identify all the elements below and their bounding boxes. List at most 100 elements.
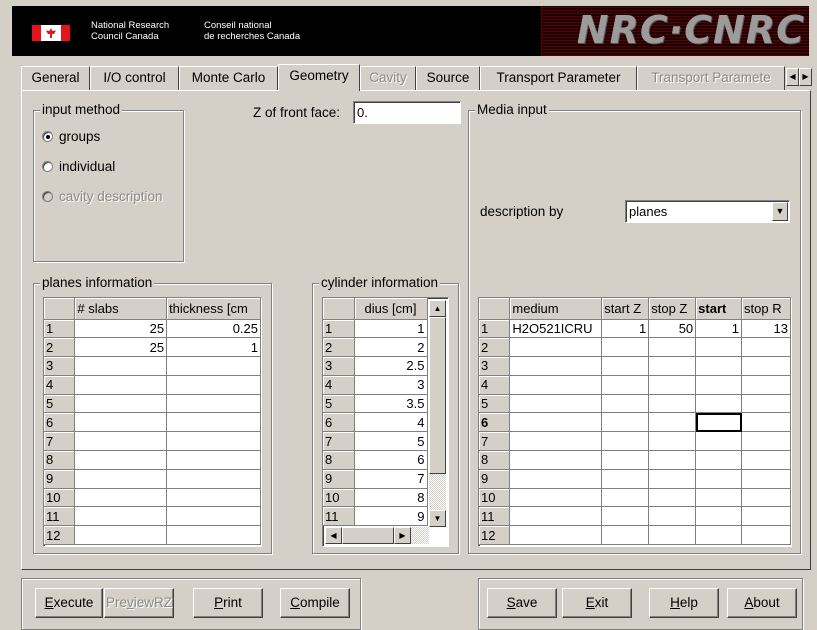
table-cell[interactable]: 13 — [741, 319, 791, 339]
cylinder-horizontal-scrollbar[interactable]: ◀ ▶ — [325, 527, 429, 544]
table-cell[interactable] — [741, 525, 791, 546]
table-row[interactable]: 1 H2O521ICRU 1 50 1 13 — [479, 319, 791, 339]
scroll-down-icon[interactable]: ▼ — [429, 510, 446, 527]
table-row[interactable]: 4 — [479, 375, 791, 395]
about-button[interactable]: About — [727, 588, 797, 618]
exit-button[interactable]: Exit — [562, 588, 632, 618]
table-cell[interactable] — [74, 412, 168, 433]
table-cell[interactable] — [74, 469, 168, 489]
row-header[interactable]: 9 — [44, 469, 76, 489]
row-header[interactable]: 11 — [479, 506, 511, 527]
row-header[interactable]: 1 — [323, 319, 355, 339]
table-cell[interactable] — [509, 506, 603, 527]
row-header[interactable]: 11 — [323, 506, 355, 527]
table-cell[interactable] — [74, 506, 168, 527]
help-button[interactable]: Help — [649, 588, 719, 618]
table-row[interactable]: 3 2.5 — [323, 356, 428, 376]
table-cell[interactable] — [166, 506, 261, 527]
table-row[interactable]: 10 — [479, 488, 791, 508]
row-header[interactable]: 12 — [44, 525, 76, 546]
table-cell[interactable] — [648, 525, 697, 546]
table-cell[interactable] — [648, 356, 697, 376]
table-cell[interactable] — [741, 488, 791, 508]
table-cell[interactable]: 7 — [354, 469, 428, 489]
table-row[interactable]: 10 8 — [323, 488, 428, 508]
table-row[interactable]: 8 — [44, 450, 261, 470]
table-row[interactable]: 3 — [479, 356, 791, 376]
table-cell[interactable]: 2.5 — [354, 356, 428, 376]
table-row[interactable]: 86 — [323, 450, 428, 470]
table-cell[interactable] — [601, 488, 650, 508]
column-header-start-r[interactable]: start — [695, 298, 743, 320]
chevron-down-icon[interactable]: ▼ — [772, 202, 788, 221]
table-cell[interactable] — [741, 450, 791, 470]
table-row[interactable]: 9 — [44, 469, 261, 489]
table-cell[interactable] — [509, 431, 603, 452]
table-cell[interactable] — [166, 469, 261, 489]
table-cell[interactable] — [601, 450, 650, 470]
description-by-select[interactable]: planes ▼ — [625, 200, 790, 223]
table-cell[interactable] — [601, 394, 650, 414]
column-header-slabs[interactable]: # slabs — [74, 298, 168, 320]
table-cell[interactable]: 2 — [354, 337, 428, 358]
table-cell[interactable]: 1 — [354, 319, 428, 339]
tab-general[interactable]: General — [21, 66, 90, 90]
row-header[interactable]: 6 — [323, 412, 355, 433]
table-row[interactable]: 7 — [479, 431, 791, 452]
table-cell[interactable] — [601, 375, 650, 395]
table-cell[interactable]: 5 — [354, 431, 428, 452]
table-cell[interactable] — [648, 337, 697, 358]
table-cell[interactable] — [601, 506, 650, 527]
front-face-input[interactable]: 0. — [353, 101, 461, 124]
planes-table[interactable]: # slabs thickness [cm 1 25 0.25 2 25 1 3 4 5 6 7 8 9… — [43, 297, 262, 547]
table-cell[interactable] — [695, 469, 743, 489]
table-cell[interactable] — [648, 394, 697, 414]
row-header[interactable]: 9 — [479, 469, 511, 489]
column-header-start-z[interactable]: start Z — [601, 298, 650, 320]
execute-button[interactable]: Execute — [35, 588, 103, 618]
table-cell[interactable]: 4 — [354, 412, 428, 433]
table-row[interactable]: 5 — [479, 394, 791, 414]
row-header[interactable]: 4 — [479, 375, 511, 395]
table-row[interactable]: 9 — [479, 469, 791, 489]
table-row[interactable]: 5 — [44, 394, 261, 414]
table-cell[interactable]: 1 — [166, 337, 261, 358]
table-cell[interactable] — [741, 375, 791, 395]
radio-cavity-description[interactable]: cavity description — [42, 189, 163, 204]
table-cell[interactable] — [695, 525, 743, 546]
table-cell[interactable] — [741, 412, 791, 433]
tab-transport-parameter-2[interactable]: Transport Paramete — [637, 66, 785, 90]
print-button[interactable]: Print — [193, 588, 263, 618]
table-cell[interactable] — [74, 488, 168, 508]
table-cell[interactable] — [695, 488, 743, 508]
column-header-radius[interactable]: dius [cm] — [354, 298, 428, 320]
table-cell[interactable]: 9 — [354, 506, 428, 527]
table-cell[interactable] — [166, 525, 261, 546]
radio-individual[interactable]: individual — [42, 159, 115, 174]
table-cell[interactable] — [741, 394, 791, 414]
table-cell[interactable] — [166, 488, 261, 508]
scroll-thumb[interactable] — [342, 527, 394, 544]
table-cell[interactable] — [601, 431, 650, 452]
tab-geometry[interactable]: Geometry — [278, 64, 360, 91]
table-cell[interactable] — [741, 506, 791, 527]
table-cell[interactable] — [741, 431, 791, 452]
row-header[interactable]: 3 — [323, 356, 355, 376]
table-row[interactable]: 4 — [44, 375, 261, 395]
table-cell[interactable] — [74, 356, 168, 376]
table-cell[interactable] — [166, 412, 261, 433]
scroll-right-icon[interactable]: ▶ — [394, 527, 411, 544]
save-button[interactable]: Save — [487, 588, 557, 618]
table-cell[interactable] — [166, 431, 261, 452]
row-header[interactable]: 7 — [44, 431, 76, 452]
row-header[interactable]: 2 — [44, 337, 76, 358]
table-cell[interactable] — [648, 450, 697, 470]
row-header[interactable]: 6 — [44, 412, 76, 433]
table-cell[interactable]: 25 — [74, 337, 168, 358]
table-cell[interactable] — [695, 450, 743, 470]
table-cell[interactable] — [601, 525, 650, 546]
table-cell[interactable] — [509, 412, 603, 433]
table-row[interactable]: 3 — [44, 356, 261, 376]
table-cell[interactable] — [695, 337, 743, 358]
table-cell[interactable]: 6 — [354, 450, 428, 470]
